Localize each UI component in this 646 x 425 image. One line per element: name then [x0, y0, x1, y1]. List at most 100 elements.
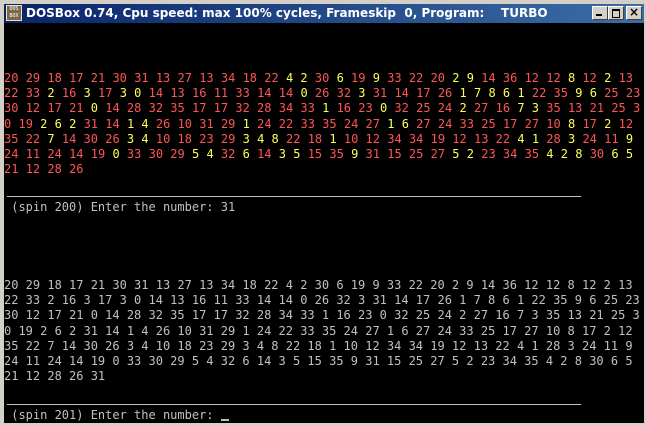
number-token: 4 [285, 71, 294, 85]
spin-200-sequence: 20 29 18 17 21 30 31 13 27 13 34 18 22 4… [4, 71, 644, 177]
number-token: 13 [199, 71, 214, 85]
divider-rule [7, 196, 581, 197]
number-token: 8 [567, 116, 576, 131]
number-token: 6 [611, 147, 619, 162]
number-token: 3 [358, 86, 366, 101]
number-token: 22 [531, 86, 547, 101]
number-token: 9 [351, 147, 359, 162]
number-token: 23 [358, 101, 373, 116]
number-token: 35 [322, 116, 337, 131]
number-token: 33 [25, 86, 41, 101]
number-token: 14 [257, 86, 272, 101]
number-token: 22 [264, 71, 279, 85]
number-token: 1 [329, 131, 337, 146]
title-bar[interactable]: DOS BOX DOSBox 0.74, Cpu speed: max 100%… [4, 4, 644, 23]
dosbox-app-icon[interactable]: DOS BOX [6, 5, 22, 21]
number-token: 14 [105, 101, 120, 116]
number-token: 14 [278, 86, 294, 101]
number-token: 11 [213, 86, 229, 101]
number-token: 33 [459, 116, 474, 131]
number-token: 32 [394, 101, 409, 116]
number-token: 14 [105, 116, 120, 131]
number-token: 12 [25, 101, 41, 116]
number-token: 30 [589, 147, 605, 162]
number-token: 9 [575, 86, 583, 101]
number-token: 17 [47, 101, 62, 116]
number-token: 28 [47, 162, 62, 177]
number-token: 26 [314, 86, 330, 101]
number-token: 33 [126, 147, 142, 162]
number-token: 20 [4, 71, 19, 85]
number-token: 30 [83, 131, 98, 146]
number-token: 29 [220, 131, 236, 146]
number-token: 13 [618, 71, 634, 85]
number-token: 32 [220, 147, 236, 162]
number-token: 31 [83, 116, 99, 131]
number-token: 3 [531, 101, 540, 116]
spin-201-sequence: 20 29 18 17 21 30 31 13 27 13 34 18 22 4… [4, 278, 640, 384]
number-token: 11 [25, 147, 41, 162]
number-token: 34 [387, 131, 402, 146]
number-token: 8 [567, 71, 576, 85]
number-token: 24 [343, 116, 359, 131]
number-token: 3 [242, 131, 250, 146]
number-token: 14 [61, 131, 77, 146]
number-token: 17 [213, 101, 229, 116]
number-token: 14 [69, 147, 84, 162]
number-token: 4 [206, 147, 214, 162]
number-token: 34 [502, 147, 518, 162]
number-token: 1 [531, 131, 540, 146]
number-token: 30 [4, 101, 19, 116]
number-token: 19 [90, 147, 106, 162]
number-token: 35 [329, 147, 344, 162]
number-token: 14 [148, 86, 164, 101]
number-token: 34 [278, 101, 294, 116]
number-token: 9 [466, 71, 474, 85]
number-token: 14 [394, 86, 409, 101]
number-token: 6 [242, 147, 250, 162]
number-token: 17 [416, 86, 431, 101]
number-token: 21 [4, 162, 19, 177]
maximize-icon[interactable] [608, 6, 624, 20]
number-token: 36 [502, 71, 518, 85]
number-token: 33 [235, 86, 250, 101]
number-token: 2 [452, 71, 460, 85]
spin-200-prompt: (spin 200) Enter the number: 31 [4, 200, 236, 214]
dos-console[interactable]: 20 29 18 17 21 30 31 13 27 13 34 18 22 4… [4, 23, 644, 423]
number-token: 4 [141, 131, 149, 146]
number-token: 16 [336, 101, 352, 116]
number-token: 4 [141, 116, 149, 131]
number-token: 10 [546, 116, 561, 131]
number-token: 10 [177, 116, 193, 131]
number-token: 6 [401, 116, 409, 131]
spin-201-prompt[interactable]: (spin 201) Enter the number: [4, 408, 229, 423]
number-token: 24 [582, 131, 597, 146]
number-token: 0 [300, 86, 308, 101]
number-token: 12 [365, 131, 380, 146]
number-token: 29 [220, 116, 236, 131]
number-token: 10 [343, 131, 359, 146]
close-icon[interactable]: × [626, 5, 642, 20]
number-token: 25 [408, 147, 424, 162]
number-token: 13 [473, 131, 489, 146]
number-token: 24 [4, 147, 19, 162]
number-token: 14 [257, 147, 272, 162]
number-token: 7 [47, 131, 55, 146]
number-token: 28 [126, 101, 142, 116]
number-token: 22 [4, 86, 19, 101]
number-token: 8 [488, 86, 496, 101]
number-token: 23 [481, 147, 496, 162]
number-token: 11 [604, 131, 619, 146]
number-token: 16 [192, 86, 207, 101]
number-token: 5 [293, 147, 301, 162]
number-token: 12 [452, 131, 467, 146]
minimize-icon[interactable] [592, 6, 608, 20]
number-token: 33 [387, 71, 402, 85]
number-token: 26 [155, 116, 171, 131]
number-token: 0 [379, 101, 388, 116]
number-token: 17 [582, 116, 597, 131]
number-token: 26 [105, 131, 120, 146]
number-token: 35 [4, 131, 19, 146]
number-token: 22 [25, 131, 41, 146]
number-token: 1 [387, 116, 395, 131]
